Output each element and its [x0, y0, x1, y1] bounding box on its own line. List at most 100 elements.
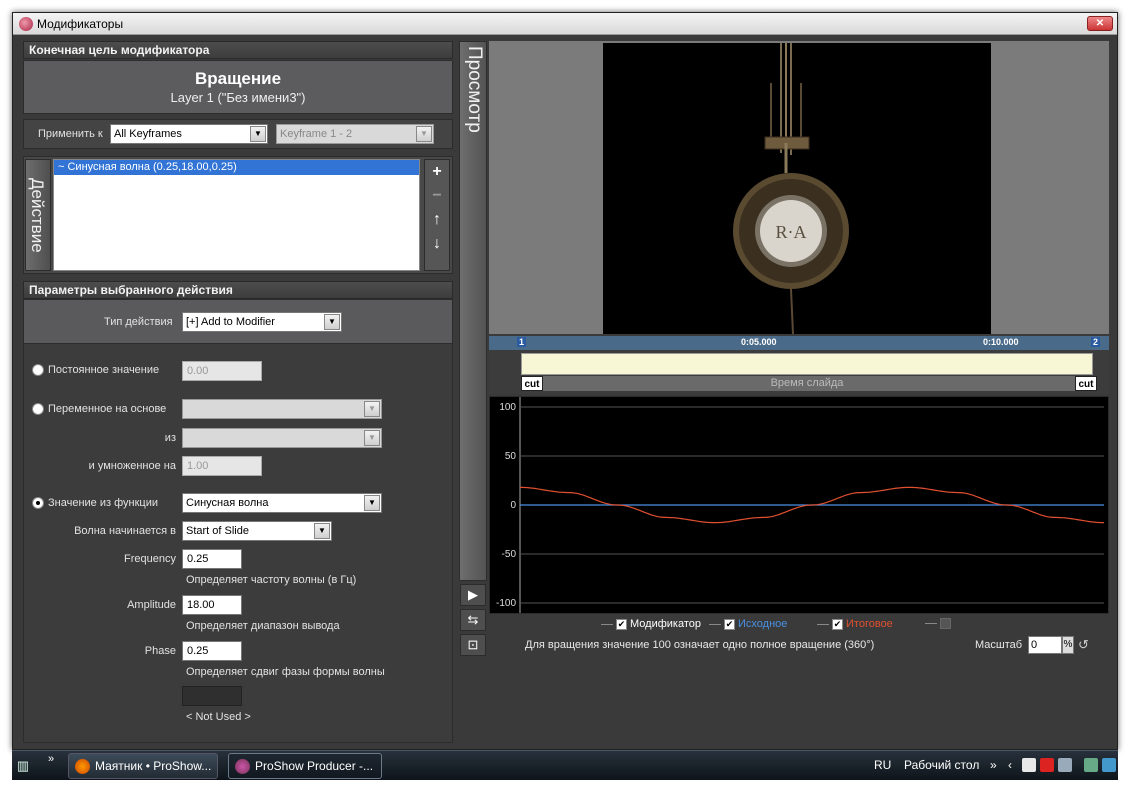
tray-icon[interactable] — [1058, 758, 1072, 772]
move-down-button[interactable]: ↓ — [425, 232, 449, 256]
variable-label: Переменное на основе — [48, 403, 167, 415]
legend-result[interactable]: ✔ Итоговое — [817, 618, 893, 630]
checkbox[interactable]: ✔ — [832, 618, 843, 630]
scale-unit: % — [1062, 636, 1074, 654]
keyframe-range-value: Keyframe 1 - 2 — [280, 128, 353, 140]
action-tab[interactable]: Действие — [25, 159, 51, 271]
action-area: Действие ~ Синусная волна (0.25,18.00,0.… — [23, 156, 453, 274]
frequency-label: Frequency — [124, 553, 176, 565]
wave-start-select[interactable]: Start of Slide ▼ — [182, 521, 332, 541]
checkbox[interactable]: ✔ — [724, 618, 735, 630]
multiply-field[interactable]: 1.00 — [182, 456, 262, 476]
variable-from-select[interactable]: ▼ — [182, 428, 382, 448]
y-tick-label: 0 — [510, 500, 516, 511]
list-item[interactable]: ~ Синусная волна (0.25,18.00,0.25) — [54, 160, 419, 175]
start-marker[interactable]: 1 — [517, 337, 527, 347]
taskbar-item-label: ProShow Producer -... — [255, 759, 374, 773]
function-label: Значение из функции — [48, 497, 158, 509]
scale-input[interactable]: 0 — [1028, 636, 1062, 654]
constant-radio[interactable] — [32, 364, 44, 376]
chevron-down-icon: ▼ — [250, 126, 266, 142]
modifier-graph: 100 50 0 -50 -100 — [489, 396, 1109, 614]
desktop-toolbar[interactable]: Рабочий стол — [904, 758, 979, 772]
variable-from-label: из — [164, 432, 176, 444]
target-header: Конечная цель модификатора — [23, 41, 453, 59]
tick-label: 0:05.000 — [741, 337, 777, 347]
phase-field[interactable]: 0.25 — [182, 641, 242, 661]
window-title: Модификаторы — [37, 16, 124, 31]
function-radio[interactable] — [32, 497, 44, 509]
constant-field[interactable]: 0.00 — [182, 361, 262, 381]
cut-right-button[interactable]: cut — [1075, 376, 1097, 391]
variable-source-select[interactable]: ▼ — [182, 399, 382, 419]
timeline[interactable]: 1 0:05.000 0:10.000 2 Время слайда cut c… — [489, 336, 1109, 394]
cut-left-button[interactable]: cut — [521, 376, 543, 391]
play-button[interactable]: ▶ — [460, 584, 486, 606]
y-tick-label: 100 — [499, 402, 516, 413]
apply-label: Применить к — [38, 128, 103, 140]
move-up-button[interactable]: ↑ — [425, 208, 449, 232]
chevron-down-icon: ▼ — [364, 495, 380, 511]
network-icon[interactable] — [1084, 758, 1098, 772]
target-layer: Layer 1 ("Без имени3") — [170, 90, 306, 105]
keyframe-range-select[interactable]: Keyframe 1 - 2 ▼ — [276, 124, 434, 144]
keyframes-select[interactable]: All Keyframes ▼ — [110, 124, 268, 144]
add-action-button[interactable]: + — [425, 160, 449, 184]
frequency-field[interactable]: 0.25 — [182, 549, 242, 569]
loop-icon[interactable]: ⇆ — [460, 609, 486, 631]
function-select[interactable]: Синусная волна ▼ — [182, 493, 382, 513]
scale-label: Масштаб — [975, 639, 1023, 651]
legend-modifier[interactable]: ✔ Модификатор — [601, 618, 701, 630]
language-indicator[interactable]: RU — [874, 758, 891, 772]
left-panel: Конечная цель модификатора Вращение Laye… — [23, 41, 453, 744]
chevron-left-icon[interactable]: ‹ — [1008, 758, 1012, 772]
amplitude-label: Amplitude — [127, 599, 176, 611]
preview-tab[interactable]: Просмотр — [459, 41, 487, 581]
constant-label: Постоянное значение — [48, 364, 160, 376]
action-type-select[interactable]: [+] Add to Modifier ▼ — [182, 312, 342, 332]
y-tick-label: -50 — [502, 549, 517, 560]
legend-label: Исходное — [738, 618, 788, 630]
action-list[interactable]: ~ Синусная волна (0.25,18.00,0.25) — [53, 159, 420, 271]
chevron-down-icon: ▼ — [324, 314, 340, 330]
legend-original[interactable]: ✔ Исходное — [709, 618, 787, 630]
graph-svg: 100 50 0 -50 -100 — [496, 397, 1104, 613]
checkbox[interactable] — [940, 618, 951, 629]
taskbar-item[interactable]: ProShow Producer -... — [228, 753, 382, 779]
firefox-icon — [75, 759, 90, 774]
not-used-label: < Not Used > — [186, 711, 251, 723]
checkbox[interactable]: ✔ — [616, 618, 627, 630]
tray-icon[interactable] — [1022, 758, 1036, 772]
quicklaunch-icon[interactable]: ▥ — [12, 755, 34, 777]
sound-icon[interactable] — [1102, 758, 1116, 772]
wave-start-value: Start of Slide — [186, 525, 249, 537]
antivirus-icon[interactable] — [1040, 758, 1054, 772]
chevron-icon[interactable]: » — [48, 753, 54, 765]
action-buttons: + − ↑ ↓ — [424, 159, 450, 271]
function-select-value: Синусная волна — [186, 497, 269, 509]
action-type-row: Тип действия [+] Add to Modifier ▼ — [24, 300, 452, 344]
params-panel: Тип действия [+] Add to Modifier ▼ Посто… — [23, 299, 453, 743]
taskbar-item[interactable]: Маятник • ProShow... — [68, 753, 218, 779]
capture-icon[interactable]: ⊡ — [460, 634, 486, 656]
phase-label: Phase — [144, 645, 176, 657]
remove-action-button[interactable]: − — [425, 184, 449, 208]
variable-radio[interactable] — [32, 403, 44, 415]
preview-tab-label: Просмотр — [464, 46, 485, 133]
close-button[interactable]: ✕ — [1087, 16, 1113, 31]
amplitude-hint: Определяет диапазон вывода — [186, 620, 340, 632]
end-marker[interactable]: 2 — [1091, 337, 1101, 347]
reset-icon[interactable]: ↺ — [1078, 637, 1089, 653]
target-name: Вращение — [194, 69, 282, 88]
y-tick-label: -100 — [496, 598, 516, 609]
chevron-icon[interactable]: » — [990, 758, 997, 772]
chevron-down-icon: ▼ — [364, 401, 380, 417]
multiply-label: и умноженное на — [88, 460, 176, 472]
preview-panel: Просмотр ▶ ⇆ ⊡ R·A 1 0:05.000 0:10.000 2… — [459, 41, 1111, 691]
legend-fourth[interactable] — [925, 618, 954, 629]
modifiers-window: Модификаторы ✕ Конечная цель модификатор… — [12, 12, 1118, 750]
rotation-note: Для вращения значение 100 означает одно … — [525, 639, 875, 651]
unused-param-box — [182, 686, 242, 706]
slide-time-bar[interactable] — [521, 353, 1093, 375]
amplitude-field[interactable]: 18.00 — [182, 595, 242, 615]
